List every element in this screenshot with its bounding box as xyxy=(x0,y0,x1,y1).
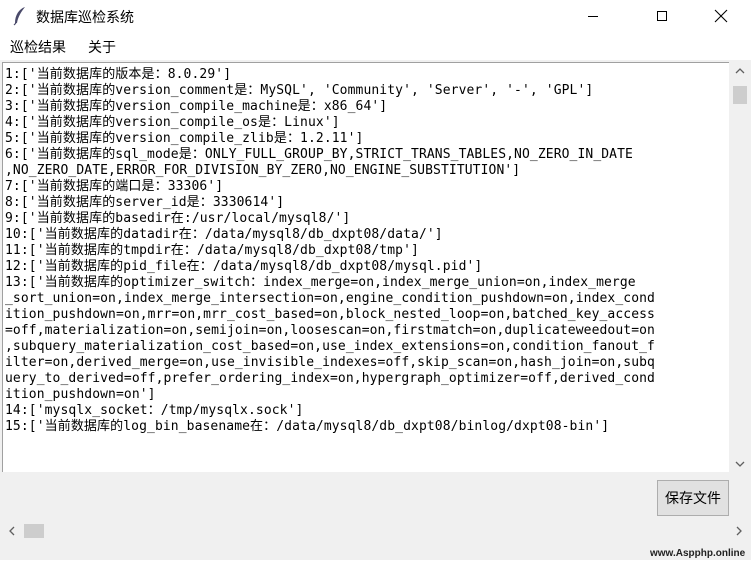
window-title: 数据库巡检系统 xyxy=(36,10,134,26)
output-line: 12:['当前数据库的pid_file在：/data/mysql8/db_dxp… xyxy=(5,259,483,274)
scroll-left-button[interactable] xyxy=(4,522,20,540)
output-line: ition_pushdown=on,mrr=on,mrr_cost_based=… xyxy=(5,307,655,322)
output-line: 13:['当前数据库的optimizer_switch：index_merge=… xyxy=(5,275,636,290)
output-line: ition_pushdown=on'] xyxy=(5,387,156,402)
output-line: ,NO_ZERO_DATE,ERROR_FOR_DIVISION_BY_ZERO… xyxy=(5,163,521,178)
output-line: 9:['当前数据库的basedir在:/usr/local/mysql8/'] xyxy=(5,211,351,226)
output-line: 7:['当前数据库的端口是：33306'] xyxy=(5,179,224,194)
chevron-down-icon xyxy=(735,461,745,467)
close-icon xyxy=(714,9,728,23)
output-line: 4:['当前数据库的version_compile_os是：Linux'] xyxy=(5,115,340,130)
output-line: 1:['当前数据库的版本是：8.0.29'] xyxy=(5,67,232,82)
minimize-button[interactable] xyxy=(570,0,616,32)
output-line: =off,materialization=on,semijoin=on,loos… xyxy=(5,323,655,338)
output-line: ,subquery_materialization_cost_based=on,… xyxy=(5,339,655,354)
horizontal-scrollbar[interactable] xyxy=(0,522,751,540)
chevron-right-icon xyxy=(736,526,742,536)
output-line: 6:['当前数据库的sql_mode是：ONLY_FULL_GROUP_BY,S… xyxy=(5,147,633,162)
output-line: 11:['当前数据库的tmpdir在：/data/mysql8/db_dxpt0… xyxy=(5,243,419,258)
output-line: 14:['mysqlx_socket：/tmp/mysqlx.sock'] xyxy=(5,403,304,418)
watermark: www.Aspphp.online xyxy=(650,548,746,559)
scroll-right-button[interactable] xyxy=(731,522,747,540)
menu-item-inspection-results[interactable]: 巡检结果 xyxy=(10,37,66,57)
output-line: uery_to_derived=off,prefer_ordering_inde… xyxy=(5,371,655,386)
output-line: 5:['当前数据库的version_compile_zlib是：1.2.11'] xyxy=(5,131,364,146)
output-line: _sort_union=on,index_merge_intersection=… xyxy=(5,291,655,306)
minimize-icon xyxy=(588,16,598,17)
output-line: ilter=on,derived_merge=on,use_invisible_… xyxy=(5,355,655,370)
feather-icon xyxy=(12,6,28,26)
save-file-button[interactable]: 保存文件 xyxy=(657,480,729,516)
close-button[interactable] xyxy=(698,0,744,32)
vertical-scrollbar[interactable] xyxy=(731,62,749,472)
output-line: 15:['当前数据库的log_bin_basename在：/data/mysql… xyxy=(5,419,610,434)
menu-bar: 巡检结果 关于 xyxy=(0,32,751,60)
title-bar: 数据库巡检系统 xyxy=(0,0,751,32)
output-line: 3:['当前数据库的version_compile_machine是：x86_6… xyxy=(5,99,388,114)
chevron-up-icon xyxy=(735,67,745,73)
maximize-button[interactable] xyxy=(639,0,685,32)
scroll-up-button[interactable] xyxy=(731,62,749,79)
output-text-area[interactable]: 1:['当前数据库的版本是：8.0.29'] 2:['当前数据库的version… xyxy=(2,62,729,472)
maximize-icon xyxy=(657,11,667,21)
horizontal-scroll-thumb[interactable] xyxy=(24,524,44,538)
vertical-scroll-thumb[interactable] xyxy=(733,86,747,104)
output-line: 10:['当前数据库的datadir在：/data/mysql8/db_dxpt… xyxy=(5,227,443,242)
client-area: 1:['当前数据库的版本是：8.0.29'] 2:['当前数据库的version… xyxy=(0,60,751,560)
scroll-down-button[interactable] xyxy=(731,455,749,472)
chevron-left-icon xyxy=(9,526,15,536)
menu-item-about[interactable]: 关于 xyxy=(88,37,116,57)
output-line: 8:['当前数据库的server_id是：3330614'] xyxy=(5,195,285,210)
output-line: 2:['当前数据库的version_comment是：MySQL', 'Comm… xyxy=(5,83,594,98)
